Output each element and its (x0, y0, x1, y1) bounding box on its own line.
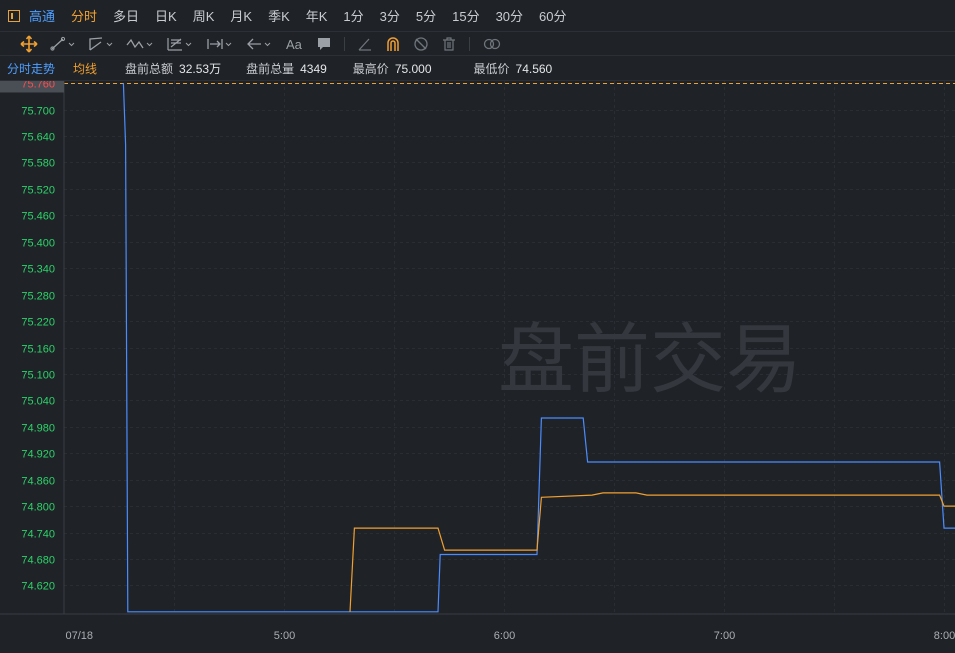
y-tick-label: 75.160 (21, 344, 55, 356)
y-tick-label: 74.800 (21, 502, 55, 514)
volume-label: 盘前总量 (246, 62, 295, 76)
y-tick-label: 75.040 (21, 396, 55, 408)
fib-icon[interactable] (166, 34, 194, 54)
range-icon[interactable] (206, 34, 234, 54)
period-tab-60min[interactable]: 60分 (539, 6, 566, 25)
drawing-toolbar: Aa (0, 32, 955, 56)
mode-label[interactable]: 分时走势 (7, 60, 55, 77)
y-tick-label: 75.340 (21, 264, 55, 276)
amount-label: 盘前总额 (125, 62, 174, 76)
panel-toggle-icon[interactable] (8, 9, 20, 22)
comment-icon[interactable] (316, 34, 332, 54)
y-tick-label: 74.740 (21, 529, 55, 541)
chart-background (0, 81, 955, 653)
period-tab-year-k[interactable]: 年K (306, 6, 328, 25)
period-tab-quarter-k[interactable]: 季K (268, 6, 290, 25)
symbol-tab[interactable]: 高通 (29, 6, 55, 25)
y-tick-label: 75.700 (21, 106, 55, 118)
wave-icon[interactable] (126, 34, 154, 54)
avg-line-label[interactable]: 均线 (73, 60, 97, 77)
period-tab-day-k[interactable]: 日K (155, 6, 177, 25)
ruler-icon[interactable] (357, 34, 373, 54)
x-tick-label: 5:00 (274, 630, 295, 642)
high-value: 75.000 (394, 61, 432, 76)
amount-value: 32.53万 (179, 62, 222, 76)
x-tick-label: 8:00 (934, 630, 955, 642)
period-tab-3min[interactable]: 3分 (380, 6, 400, 25)
period-tab-30min[interactable]: 30分 (496, 6, 523, 25)
text-icon[interactable]: Aa (286, 34, 304, 54)
high-label: 最高价 (352, 62, 389, 76)
magnet-icon[interactable] (385, 34, 401, 54)
low-label: 最低价 (473, 62, 510, 76)
volume-value: 4349 (300, 61, 327, 76)
watermark: 盘前交易 (498, 315, 802, 404)
arrow-icon[interactable] (246, 34, 274, 54)
svg-text:Aa: Aa (286, 37, 303, 52)
prev-close-label: 75.760 (21, 81, 55, 91)
y-tick-label: 75.640 (21, 132, 55, 144)
y-tick-label: 74.860 (21, 476, 55, 488)
y-tick-label: 74.680 (21, 555, 55, 567)
toolbar-divider (469, 36, 470, 51)
y-tick-label: 75.220 (21, 317, 55, 329)
y-tick-label: 75.580 (21, 158, 55, 170)
low-value: 74.560 (515, 61, 553, 76)
y-tick-label: 74.620 (21, 581, 55, 593)
y-tick-label: 75.400 (21, 238, 55, 250)
toolbar-divider (344, 36, 345, 51)
period-tab-intraday[interactable]: 分时 (71, 6, 97, 25)
y-tick-label: 75.520 (21, 185, 55, 197)
x-tick-label: 07/18 (66, 630, 94, 642)
line-icon[interactable] (50, 34, 76, 54)
period-tab-month-k[interactable]: 月K (230, 6, 252, 25)
link-icon[interactable] (482, 34, 502, 54)
channel-icon[interactable] (88, 34, 114, 54)
move-icon[interactable] (20, 34, 38, 54)
y-tick-label: 74.920 (21, 449, 55, 461)
y-tick-label: 74.980 (21, 423, 55, 435)
intraday-chart[interactable]: 盘前交易 75.700 75.640 75.580 75.520 75.460 75.40… (0, 81, 955, 653)
hide-icon[interactable] (413, 34, 429, 54)
y-tick-label: 75.280 (21, 291, 55, 303)
y-tick-label: 75.100 (21, 370, 55, 382)
x-tick-label: 6:00 (494, 630, 515, 642)
x-tick-label: 7:00 (714, 630, 735, 642)
period-tab-multi-day[interactable]: 多日 (113, 6, 139, 25)
period-toolbar: 高通 分时 多日 日K 周K 月K 季K 年K 1分 3分 5分 15分 30分… (0, 0, 955, 32)
y-tick-label: 75.460 (21, 211, 55, 223)
trash-icon[interactable] (441, 34, 457, 54)
period-tab-week-k[interactable]: 周K (193, 6, 215, 25)
period-tab-1min[interactable]: 1分 (343, 6, 363, 25)
period-tab-5min[interactable]: 5分 (416, 6, 436, 25)
info-bar: 分时走势 均线 盘前总额 32.53万 盘前总量 4349 最高价 75.000… (0, 57, 955, 81)
period-tab-15min[interactable]: 15分 (452, 6, 479, 25)
